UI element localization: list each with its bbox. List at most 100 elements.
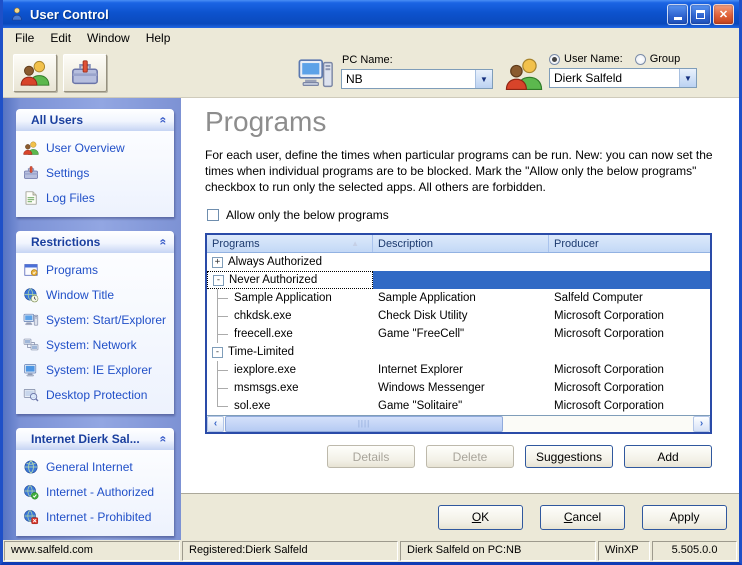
- window-title: User Control: [30, 7, 109, 22]
- document-icon: [23, 190, 39, 206]
- sidebar-item-label: Internet - Prohibited: [46, 510, 151, 524]
- sidebar-section-internet: Internet Dierk Sal... « General Internet…: [16, 428, 174, 536]
- maximize-button[interactable]: [690, 4, 711, 25]
- sidebar-item-log-files[interactable]: Log Files: [23, 190, 170, 206]
- add-button[interactable]: Add: [624, 445, 712, 468]
- sidebar-item-system-network[interactable]: System: Network: [23, 337, 170, 353]
- column-header-programs[interactable]: Programs ▲: [207, 235, 373, 252]
- scrollbar-thumb[interactable]: ||||: [225, 416, 503, 432]
- dropdown-arrow-icon[interactable]: ▼: [475, 70, 492, 88]
- cancel-button[interactable]: Cancel: [540, 505, 625, 530]
- users-icon: [23, 140, 39, 156]
- table-row-group-selected[interactable]: -Never Authorized: [207, 271, 710, 289]
- chevron-up-icon[interactable]: «: [157, 239, 171, 246]
- app-person-icon: [9, 6, 25, 22]
- user-name-radio-label: User Name:: [564, 53, 623, 65]
- table-row[interactable]: chkdsk.exe Check Disk Utility Microsoft …: [207, 307, 710, 325]
- sidebar-section-all-users: All Users « User Overview Settings Log F…: [16, 109, 174, 217]
- column-header-producer[interactable]: Producer: [549, 235, 710, 252]
- sidebar-item-window-title[interactable]: Window Title: [23, 287, 170, 303]
- programs-table: Programs ▲ Description Producer +Always …: [205, 233, 712, 434]
- collapse-icon[interactable]: -: [213, 275, 224, 286]
- sidebar-item-system-start-explorer[interactable]: System: Start/Explorer: [23, 312, 170, 328]
- menu-bar: File Edit Window Help: [3, 28, 739, 48]
- status-registered: Registered:Dierk Salfeld: [182, 541, 398, 561]
- sidebar-item-internet-prohibited[interactable]: Internet - Prohibited: [23, 509, 170, 525]
- pc-name-select[interactable]: NB ▼: [341, 69, 493, 89]
- sidebar-item-label: User Overview: [46, 141, 125, 155]
- delete-button[interactable]: Delete: [426, 445, 514, 468]
- computer-icon: [297, 55, 335, 93]
- sidebar-item-desktop-protection[interactable]: Desktop Protection: [23, 387, 170, 403]
- user-select[interactable]: Dierk Salfeld ▼: [549, 68, 697, 88]
- sidebar-item-label: Programs: [46, 263, 98, 277]
- user-select-value: Dierk Salfeld: [550, 71, 679, 85]
- minimize-icon: [674, 17, 682, 20]
- globe-check-icon: [23, 484, 39, 500]
- sidebar-item-label: Window Title: [46, 288, 114, 302]
- dialog-footer: OK Cancel Apply: [181, 493, 739, 540]
- menu-help[interactable]: Help: [138, 29, 179, 47]
- status-website: www.salfeld.com: [4, 541, 180, 561]
- computer-icon: [23, 312, 39, 328]
- sidebar-item-label: Log Files: [46, 191, 95, 205]
- minimize-button[interactable]: [667, 4, 688, 25]
- chevron-up-icon[interactable]: «: [157, 436, 171, 443]
- suggestions-button[interactable]: Suggestions: [525, 445, 613, 468]
- section-header-all-users[interactable]: All Users «: [16, 109, 174, 131]
- tree-line: [207, 289, 234, 307]
- section-header-restrictions[interactable]: Restrictions «: [16, 231, 174, 253]
- sidebar-item-settings[interactable]: Settings: [23, 165, 170, 181]
- sidebar-item-general-internet[interactable]: General Internet: [23, 459, 170, 475]
- collapse-icon[interactable]: -: [212, 347, 223, 358]
- globe-block-icon: [23, 509, 39, 525]
- menu-file[interactable]: File: [7, 29, 42, 47]
- section-title: Restrictions: [31, 235, 100, 249]
- details-button[interactable]: Details: [327, 445, 415, 468]
- sidebar-item-user-overview[interactable]: User Overview: [23, 140, 170, 156]
- section-header-internet[interactable]: Internet Dierk Sal... «: [16, 428, 174, 450]
- menu-window[interactable]: Window: [79, 29, 138, 47]
- users-icon: [505, 55, 543, 93]
- ok-button[interactable]: OK: [438, 505, 523, 530]
- desktop-search-icon: [23, 387, 39, 403]
- users-icon: [20, 58, 50, 88]
- tree-line: [207, 307, 234, 325]
- scroll-right-icon[interactable]: ›: [693, 416, 710, 432]
- users-toolbar-button[interactable]: [13, 54, 57, 92]
- sidebar-item-internet-authorized[interactable]: Internet - Authorized: [23, 484, 170, 500]
- user-name-radio[interactable]: [549, 54, 560, 65]
- group-radio[interactable]: [635, 54, 646, 65]
- scroll-left-icon[interactable]: ‹: [207, 416, 224, 432]
- monitor-icon: [23, 362, 39, 378]
- sidebar-item-label: Internet - Authorized: [46, 485, 154, 499]
- status-bar: www.salfeld.com Registered:Dierk Salfeld…: [3, 540, 739, 562]
- menu-edit[interactable]: Edit: [42, 29, 79, 47]
- table-header: Programs ▲ Description Producer: [207, 235, 710, 253]
- sidebar-item-system-ie-explorer[interactable]: System: IE Explorer: [23, 362, 170, 378]
- section-title: All Users: [31, 113, 83, 127]
- table-row[interactable]: msmsgs.exe Windows Messenger Microsoft C…: [207, 379, 710, 397]
- expand-icon[interactable]: +: [212, 257, 223, 268]
- allow-only-checkbox[interactable]: [207, 209, 219, 221]
- globe-icon: [23, 459, 39, 475]
- table-row[interactable]: iexplore.exe Internet Explorer Microsoft…: [207, 361, 710, 379]
- title-bar: User Control ✕: [3, 0, 739, 28]
- dropdown-arrow-icon[interactable]: ▼: [679, 69, 696, 87]
- horizontal-scrollbar[interactable]: ‹ |||| ›: [207, 415, 710, 432]
- toolbar: PC Name: NB ▼ User Name: Group Dierk Sal…: [3, 48, 739, 98]
- tree-line: [207, 397, 234, 415]
- table-row-group[interactable]: +Always Authorized: [207, 253, 710, 271]
- column-header-description[interactable]: Description: [373, 235, 549, 252]
- close-button[interactable]: ✕: [713, 4, 734, 25]
- apply-button[interactable]: Apply: [642, 505, 727, 530]
- table-row[interactable]: freecell.exe Game "FreeCell" Microsoft C…: [207, 325, 710, 343]
- table-row[interactable]: sol.exe Game "Solitaire" Microsoft Corpo…: [207, 397, 710, 415]
- toolbox-toolbar-button[interactable]: [63, 54, 107, 92]
- sidebar-item-programs[interactable]: Programs: [23, 262, 170, 278]
- table-row-group[interactable]: -Time-Limited: [207, 343, 710, 361]
- table-row[interactable]: Sample Application Sample Application Sa…: [207, 289, 710, 307]
- app-window-icon: [23, 262, 39, 278]
- chevron-up-icon[interactable]: «: [157, 117, 171, 124]
- sidebar-item-label: Settings: [46, 166, 89, 180]
